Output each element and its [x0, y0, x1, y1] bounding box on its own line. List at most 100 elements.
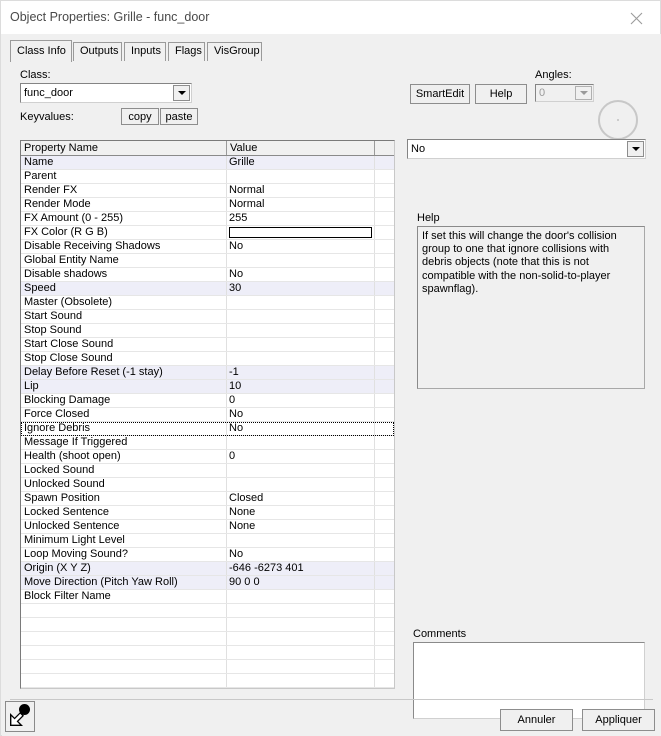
- table-row[interactable]: Block Filter Name: [21, 590, 394, 604]
- table-row[interactable]: Render Mode Normal: [21, 198, 394, 212]
- table-row[interactable]: Start Close Sound: [21, 338, 394, 352]
- paste-button-label: paste: [165, 110, 193, 123]
- property-value-cell: [229, 352, 377, 365]
- property-value-cell: 0: [229, 450, 236, 462]
- table-row[interactable]: Force Closed No: [21, 408, 394, 422]
- table-row[interactable]: Blocking Damage 0: [21, 394, 394, 408]
- footer-divider: [10, 699, 653, 700]
- property-name-cell: Disable Receiving Shadows: [24, 240, 161, 252]
- table-row[interactable]: [21, 660, 394, 674]
- column-divider: [226, 478, 227, 491]
- value-editor-combo[interactable]: No: [407, 139, 646, 159]
- tab-flags[interactable]: Flags: [168, 42, 205, 61]
- table-row[interactable]: Unlocked Sound: [21, 478, 394, 492]
- cancel-button[interactable]: Annuler: [500, 709, 573, 731]
- copy-button[interactable]: copy: [121, 108, 159, 125]
- table-row[interactable]: Parent: [21, 170, 394, 184]
- tab-class-info[interactable]: Class Info: [10, 40, 72, 62]
- property-name-cell: FX Color (R G B): [24, 226, 108, 238]
- property-name-cell: [24, 646, 224, 659]
- property-value-cell: 90 0 0: [229, 576, 260, 588]
- property-value-cell: 0: [229, 394, 236, 406]
- comments-label: Comments: [413, 628, 467, 640]
- property-value-cell: No: [229, 408, 244, 420]
- property-value-cell: None: [229, 520, 256, 532]
- column-divider: [226, 324, 227, 337]
- smartedit-button[interactable]: SmartEdit: [410, 84, 470, 104]
- table-row[interactable]: [21, 632, 394, 646]
- column-divider: [226, 436, 227, 449]
- tab-inputs[interactable]: Inputs: [124, 42, 166, 61]
- property-grid[interactable]: Property Name Value Name Grille Parent Rend…: [20, 140, 395, 689]
- table-row[interactable]: Disable shadows No: [21, 268, 394, 282]
- table-row[interactable]: Render FX Normal: [21, 184, 394, 198]
- table-row[interactable]: Start Sound: [21, 310, 394, 324]
- property-name-cell: Unlocked Sentence: [24, 520, 120, 532]
- chevron-down-icon[interactable]: [627, 141, 644, 157]
- property-value-cell: [229, 464, 377, 477]
- table-row[interactable]: [21, 604, 394, 618]
- angle-dial-control[interactable]: [598, 100, 638, 140]
- table-row[interactable]: Lip 10: [21, 380, 394, 394]
- table-row[interactable]: Name Grille: [21, 156, 394, 170]
- entity-picker-button[interactable]: [5, 701, 35, 732]
- table-row[interactable]: Speed 30: [21, 282, 394, 296]
- table-row[interactable]: [21, 646, 394, 660]
- angles-combo-value: 0: [539, 87, 546, 99]
- table-row[interactable]: Delay Before Reset (-1 stay) -1: [21, 366, 394, 380]
- property-value-cell: Closed: [229, 492, 264, 504]
- table-row[interactable]: Spawn Position Closed: [21, 492, 394, 506]
- column-divider: [226, 268, 227, 281]
- tab-visgroup[interactable]: VisGroup: [207, 42, 262, 61]
- table-row[interactable]: Loop Moving Sound? No: [21, 548, 394, 562]
- table-row[interactable]: Stop Sound: [21, 324, 394, 338]
- help-button[interactable]: Help: [475, 84, 527, 104]
- paste-button[interactable]: paste: [160, 108, 198, 125]
- column-header-property-name[interactable]: Property Name: [21, 141, 227, 155]
- property-name-cell: Lip: [24, 380, 39, 392]
- table-row[interactable]: Message If Triggered: [21, 436, 394, 450]
- table-row[interactable]: Ignore Debris No: [21, 422, 394, 436]
- property-value-cell: No: [229, 422, 244, 434]
- chevron-down-icon[interactable]: [173, 85, 190, 101]
- table-row[interactable]: FX Amount (0 - 255) 255: [21, 212, 394, 226]
- table-row[interactable]: FX Color (R G B): [21, 226, 394, 240]
- column-divider: [226, 408, 227, 421]
- table-row[interactable]: Stop Close Sound: [21, 352, 394, 366]
- table-row[interactable]: Unlocked Sentence None: [21, 520, 394, 534]
- column-divider: [226, 604, 227, 617]
- angles-combo[interactable]: 0: [535, 84, 594, 102]
- chevron-down-icon[interactable]: [575, 86, 592, 100]
- table-row[interactable]: Locked Sentence None: [21, 506, 394, 520]
- color-swatch[interactable]: [229, 227, 372, 238]
- property-name-cell: Delay Before Reset (-1 stay): [24, 366, 163, 378]
- table-row[interactable]: Master (Obsolete): [21, 296, 394, 310]
- table-row[interactable]: Health (shoot open) 0: [21, 450, 394, 464]
- property-value-cell: [229, 604, 377, 617]
- table-row[interactable]: Origin (X Y Z) -646 -6273 401: [21, 562, 394, 576]
- class-label: Class:: [20, 69, 51, 81]
- property-name-cell: Message If Triggered: [24, 436, 128, 448]
- class-combo[interactable]: func_door: [20, 83, 192, 103]
- property-name-cell: Health (shoot open): [24, 450, 121, 462]
- property-name-cell: Render Mode: [24, 198, 91, 210]
- smartedit-button-label: SmartEdit: [415, 88, 465, 100]
- column-divider: [226, 296, 227, 309]
- table-row[interactable]: [21, 618, 394, 632]
- table-row[interactable]: [21, 674, 394, 688]
- tab-label: Inputs: [131, 45, 161, 57]
- title-bar: Object Properties: Grille - func_door: [1, 1, 660, 34]
- comments-textarea[interactable]: [413, 642, 645, 719]
- table-row[interactable]: Global Entity Name: [21, 254, 394, 268]
- column-header-value[interactable]: Value: [227, 141, 375, 155]
- table-row[interactable]: Move Direction (Pitch Yaw Roll) 90 0 0: [21, 576, 394, 590]
- column-divider: [226, 338, 227, 351]
- table-row[interactable]: Disable Receiving Shadows No: [21, 240, 394, 254]
- apply-button[interactable]: Appliquer: [582, 709, 655, 731]
- entity-picker-icon: [6, 704, 34, 734]
- table-row[interactable]: Minimum Light Level: [21, 534, 394, 548]
- column-divider: [226, 226, 227, 239]
- tab-outputs[interactable]: Outputs: [73, 42, 122, 61]
- close-button[interactable]: [614, 1, 660, 33]
- table-row[interactable]: Locked Sound: [21, 464, 394, 478]
